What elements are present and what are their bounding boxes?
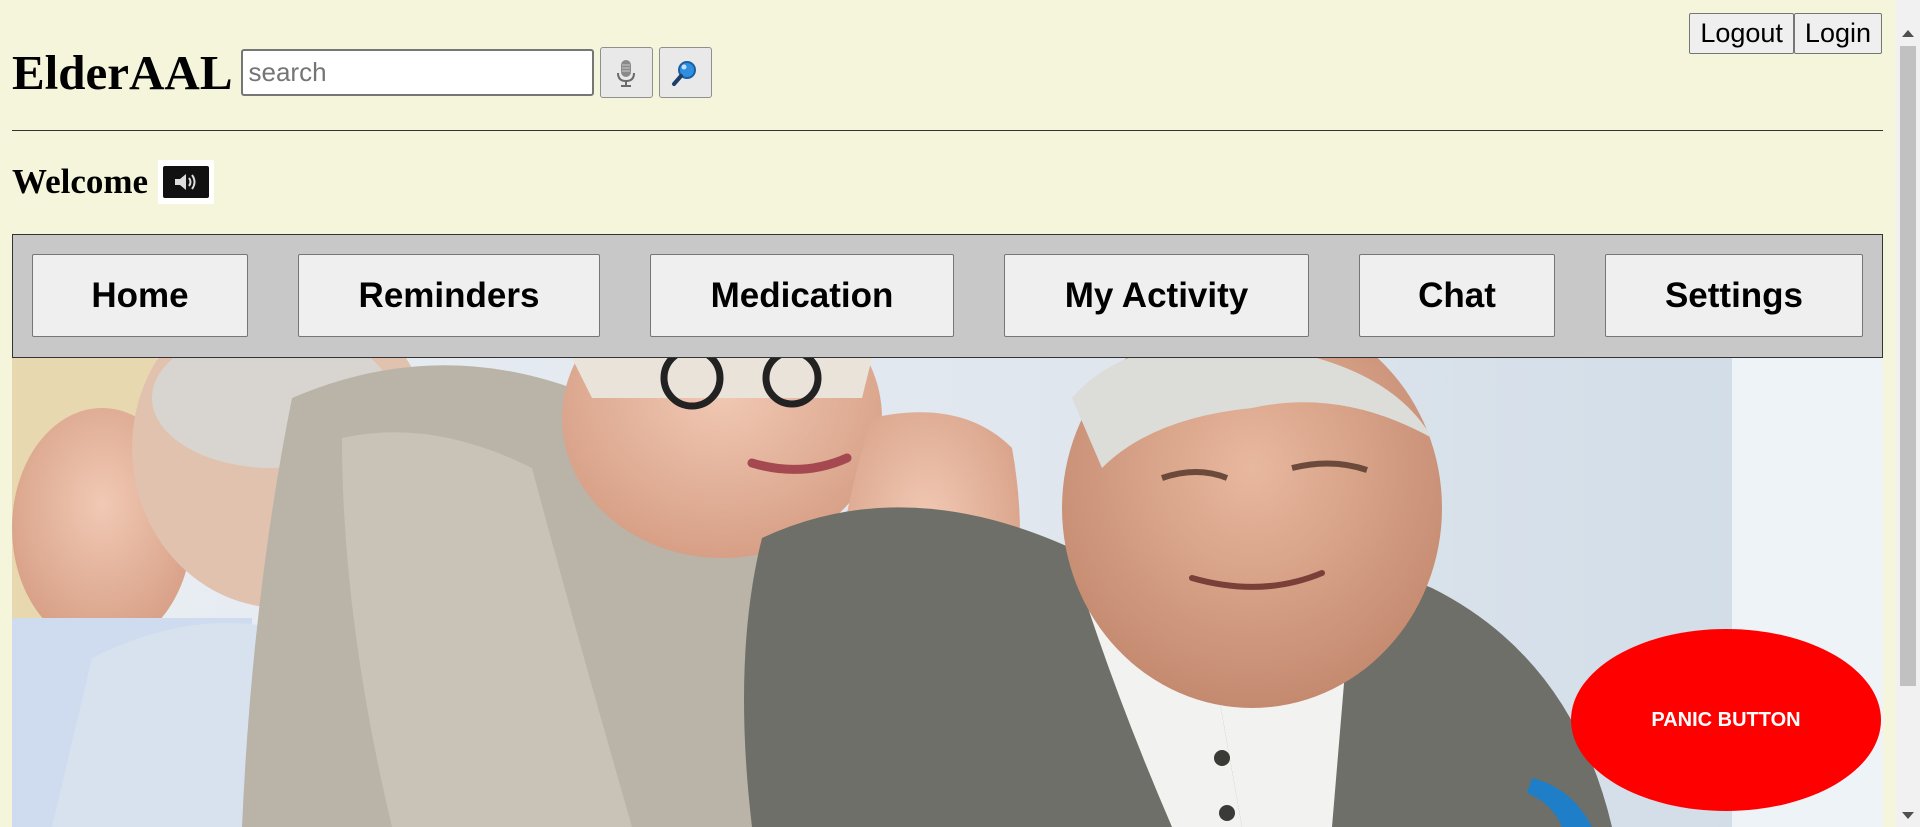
search-button[interactable] (658, 47, 712, 98)
main-nav: Home Reminders Medication My Activity Ch… (12, 234, 1883, 358)
search-input[interactable] (240, 49, 594, 96)
welcome-heading: Welcome (12, 162, 149, 201)
scrollbar-thumb[interactable] (1900, 46, 1916, 686)
panic-button[interactable]: PANIC BUTTON (1571, 629, 1881, 811)
voice-search-button[interactable] (599, 47, 653, 98)
nav-settings-button[interactable]: Settings (1605, 254, 1863, 337)
nav-medication-button[interactable]: Medication (650, 254, 954, 337)
login-button[interactable]: Login (1793, 13, 1882, 54)
nav-my-activity-button[interactable]: My Activity (1004, 254, 1309, 337)
nav-home-button[interactable]: Home (32, 254, 248, 337)
header: ElderAAL (12, 44, 712, 101)
auth-buttons: Logout Login (1689, 13, 1882, 54)
header-divider (12, 130, 1883, 131)
page-scrollbar[interactable] (1896, 0, 1920, 827)
nav-reminders-button[interactable]: Reminders (298, 254, 600, 337)
speaker-icon (175, 174, 196, 190)
microphone-icon (617, 59, 635, 87)
site-logo-text: ElderAAL (12, 45, 233, 100)
scroll-down-arrow-icon[interactable] (1902, 812, 1914, 819)
welcome-section: Welcome (12, 160, 215, 204)
magnifier-icon (672, 60, 696, 86)
scroll-up-arrow-icon[interactable] (1902, 30, 1914, 37)
nav-chat-button[interactable]: Chat (1359, 254, 1555, 337)
read-aloud-button[interactable] (158, 160, 215, 204)
page: Logout Login ElderAAL Welco (0, 0, 1896, 827)
logout-button[interactable]: Logout (1689, 13, 1794, 54)
